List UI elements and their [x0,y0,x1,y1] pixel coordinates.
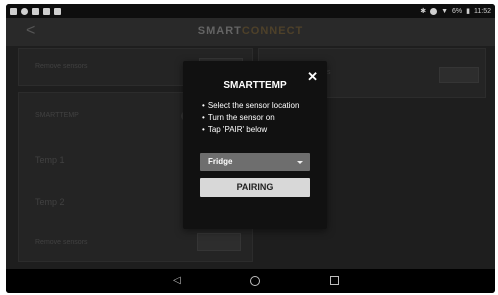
battery-icon: ▮ [466,8,470,15]
instruction-list: Select the sensor location Turn the sens… [202,100,300,136]
nav-recents-icon[interactable] [330,276,339,285]
pairing-dialog: SMARTTEMP ✕ Select the sensor location T… [183,61,327,229]
bluetooth-icon: ✱ [420,8,427,15]
download-icon [10,7,17,15]
close-icon[interactable]: ✕ [307,70,318,83]
image-icon [32,7,39,15]
clock: 11:52 [474,7,491,15]
dialog-title: SMARTTEMP [223,80,287,91]
instruction-item: Tap 'PAIR' below [202,124,299,136]
photo-icon [54,7,61,15]
instruction-item: Turn the sensor on [202,112,299,124]
location-dropdown-value: Fridge [208,157,233,166]
location-icon [21,7,28,15]
status-bar: ✱ ▼ 6% ▮ 11:52 [6,4,495,18]
tablet-screen: ✱ ▼ 6% ▮ 11:52 < SMARTCONNECT Remove sen… [6,4,495,293]
nav-back-icon[interactable]: ◁ [173,275,181,286]
location-dropdown[interactable]: Fridge [200,153,310,171]
dnd-icon [430,7,438,15]
nav-home-icon[interactable] [250,276,260,286]
chevron-down-icon [297,161,303,164]
nav-bar: ◁ [6,269,495,293]
pair-button[interactable]: PAIRING [200,178,310,197]
instruction-item: Select the sensor location [202,100,300,112]
wifi-icon: ▼ [441,7,449,15]
message-icon [43,7,50,15]
battery-percent: 6% [452,7,463,15]
